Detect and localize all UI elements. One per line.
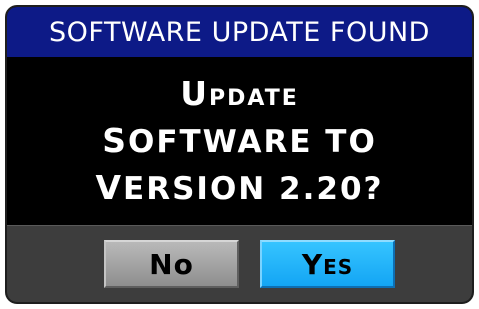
title-bar: SOFTWARE UPDATE FOUND <box>7 7 472 57</box>
software-update-dialog: SOFTWARE UPDATE FOUND Update software to… <box>5 5 474 304</box>
dialog-title: SOFTWARE UPDATE FOUND <box>49 16 430 48</box>
message-line-2: software to <box>102 120 377 160</box>
no-button[interactable]: No <box>104 240 239 288</box>
yes-button[interactable]: Yes <box>260 240 395 288</box>
button-bar: No Yes <box>7 225 472 302</box>
dialog-message: Update software to version 2.20? <box>7 57 472 225</box>
message-line-3: version 2.20? <box>95 167 384 207</box>
message-line-1: Update <box>180 73 299 113</box>
